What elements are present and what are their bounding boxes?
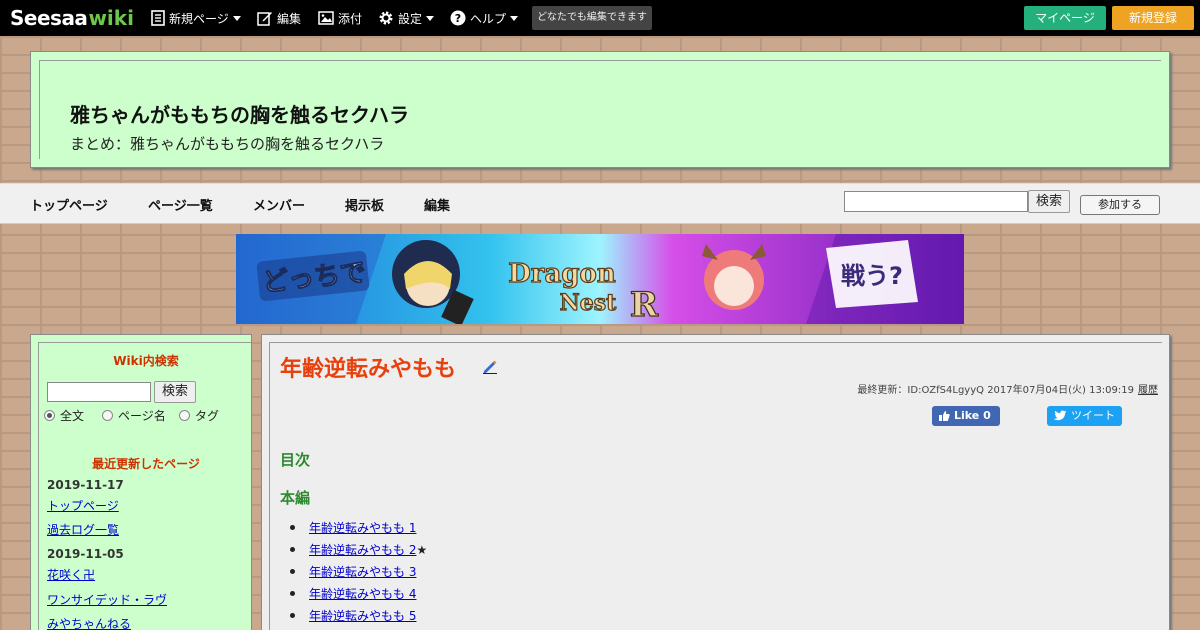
recent-page-link[interactable]: 過去ログ一覧 [47,521,119,538]
nav-page-list[interactable]: ページ一覧 [148,195,213,214]
site-description: まとめ：雅ちゃんがももちの胸を触るセクハラ [70,135,385,153]
history-link[interactable]: 履歴 [1138,385,1158,396]
recent-pages-heading: 最近更新したページ [92,457,200,471]
nav-bbs[interactable]: 掲示板 [345,195,384,214]
chevron-down-icon [232,15,241,21]
site-header: 雅ちゃんがももちの胸を触るセクハラ まとめ：雅ちゃんがももちの胸を触るセクハラ [30,51,1170,168]
settings-menu[interactable]: 設定 [378,9,435,27]
facebook-like-label: Like 0 [954,409,991,422]
list-item: 年齢逆転みやもも 3 [290,563,416,580]
tweet-button[interactable]: ツイート [1047,406,1122,426]
site-header-inner: 雅ちゃんがももちの胸を触るセクハラ まとめ：雅ちゃんがももちの胸を触るセクハラ [39,60,1161,159]
last-update-info: 最終更新：ID:OZfS4LgyyQ 2017年07月04日(火) 13:09:… [857,381,1158,396]
page-link[interactable]: 年齢逆転みやもも 3 [309,563,416,580]
nav-top-page[interactable]: トップページ [30,195,108,214]
attach-menu[interactable]: 添付 [318,9,362,27]
join-button[interactable]: 参加する [1080,195,1160,215]
recent-date: 2019-11-17 [47,478,124,492]
page-link[interactable]: 年齢逆転みやもも 1 [309,519,416,536]
logo-seesaa-text: Seesaa [10,6,88,30]
new-page-menu[interactable]: 新規ページ [151,9,241,27]
edit-menu[interactable]: 編集 [257,9,301,27]
wiki-search-input[interactable] [47,382,151,402]
recent-page-link[interactable]: 花咲く卍 [47,566,95,583]
recent-page-link[interactable]: ワンサイデッド・ラヴ [47,591,167,608]
bullet [290,547,295,552]
help-icon: ? [450,10,466,26]
document-icon [151,10,165,26]
help-menu[interactable]: ? ヘルプ [450,9,519,27]
wiki-search-button[interactable]: 検索 [154,381,196,403]
header-search-button[interactable]: 検索 [1028,190,1070,213]
banner-ad[interactable]: どっちで Dragon Nest R 戦う? [236,234,964,324]
gear-icon [379,11,393,25]
nav-members[interactable]: メンバー [253,195,305,214]
wiki-search-heading: Wiki内検索 [113,354,179,368]
site-title[interactable]: 雅ちゃんがももちの胸を触るセクハラ [70,99,409,128]
facebook-like-button[interactable]: Like 0 [932,406,1000,426]
banner-text-right: 戦う? [841,262,903,290]
radio-fulltext[interactable]: 全文 [44,407,84,424]
new-page-label: 新規ページ [169,11,229,26]
nav-edit[interactable]: 編集 [424,195,450,214]
logo-nest-text: Nest [560,290,617,316]
attach-label: 添付 [338,11,363,26]
radio-tag-label: タグ [195,409,220,423]
banner-ad-artwork: どっちで Dragon Nest R 戦う? [236,234,964,324]
page-title: 年齢逆転みやもも [280,357,457,382]
recent-page-link[interactable]: トップページ [47,497,119,514]
image-icon [318,11,334,25]
seesaa-wiki-logo[interactable]: Seesaa wiki [10,6,134,30]
pencil-icon[interactable] [482,358,498,374]
main-content: 年齢逆転みやもも 最終更新：ID:OZfS4LgyyQ 2017年07月04日(… [261,334,1170,630]
anyone-can-edit-badge: どなたでも編集できます [532,6,652,30]
last-update-text: 最終更新：ID:OZfS4LgyyQ 2017年07月04日(火) 13:09:… [857,385,1134,396]
bullet [290,591,295,596]
page-link[interactable]: 年齢逆転みやもも 5 [309,607,416,624]
list-item: 年齢逆転みやもも 1 [290,519,416,536]
mypage-button[interactable]: マイページ [1024,6,1106,30]
radio-dot-selected [44,410,55,421]
top-bar: Seesaa wiki 新規ページ 編集 添付 設定 ? ヘルプ どなたでも編集… [0,0,1200,36]
main-content-inner: 年齢逆転みやもも 最終更新：ID:OZfS4LgyyQ 2017年07月04日(… [269,342,1162,630]
edit-icon [257,12,272,26]
sidebar: Wiki内検索 検索 全文 ページ名 タグ 最近更新したページ 2019-11-… [30,334,252,630]
radio-dot [102,410,113,421]
banner-slogan-right: 戦う? [826,240,918,308]
tweet-label: ツイート [1071,409,1115,422]
radio-page-name[interactable]: ページ名 [102,407,166,424]
radio-tag[interactable]: タグ [179,407,219,424]
list-item: 年齢逆転みやもも 5 [290,607,416,624]
logo-r-text: R [630,285,659,324]
svg-text:?: ? [455,12,461,25]
header-search-input[interactable] [844,191,1028,212]
thumbs-up-icon [939,411,950,421]
chevron-down-icon [510,15,519,21]
global-nav: トップページ ページ一覧 メンバー 掲示板 編集 検索 参加する [0,183,1200,224]
toc-heading: 目次 [280,451,311,469]
logo-wiki-text: wiki [88,6,134,30]
recent-date: 2019-11-05 [47,547,124,561]
bullet [290,525,295,530]
radio-dot [179,410,190,421]
sidebar-inner: Wiki内検索 検索 全文 ページ名 タグ 最近更新したページ 2019-11-… [38,342,251,630]
page-link[interactable]: 年齢逆転みやもも 2 [309,541,416,558]
list-item: 年齢逆転みやもも 2 ★ [290,541,427,558]
radio-fulltext-label: 全文 [60,409,85,423]
chevron-down-icon [426,15,435,21]
recent-page-link[interactable]: みやちゃんねる [47,615,131,630]
page-link[interactable]: 年齢逆転みやもも 4 [309,585,416,602]
radio-page-name-label: ページ名 [118,409,166,423]
edit-label: 編集 [277,11,302,26]
section-heading: 本編 [280,489,311,507]
bullet [290,569,295,574]
bullet [290,613,295,618]
signup-button[interactable]: 新規登録 [1112,6,1194,30]
list-item: 年齢逆転みやもも 4 [290,585,416,602]
help-label: ヘルプ [470,11,507,26]
logo-dragon-text: Dragon [508,259,616,289]
star-mark: ★ [416,542,428,557]
twitter-bird-icon [1053,410,1067,421]
settings-label: 設定 [398,11,423,26]
